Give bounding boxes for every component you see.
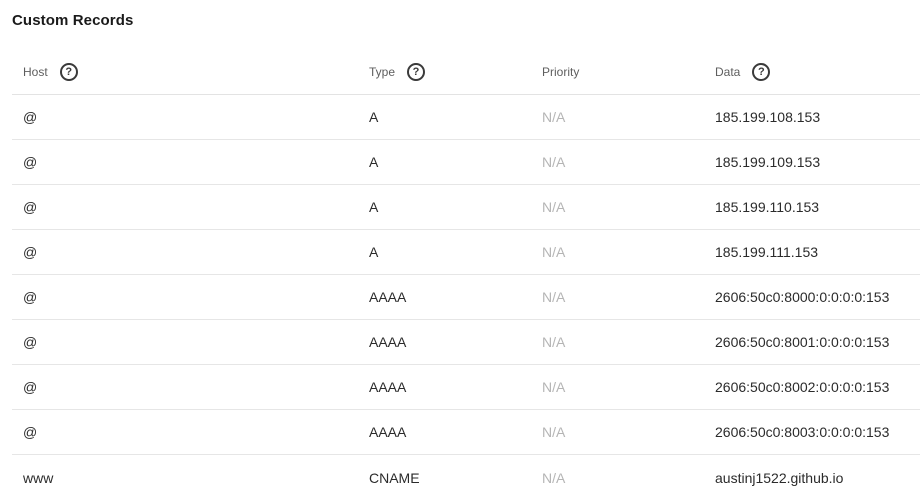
cell-host: @	[23, 334, 38, 350]
header-priority-label: Priority	[542, 65, 580, 79]
table-row[interactable]: www CNAME N/A austinj1522.github.io	[12, 455, 920, 499]
cell-priority: N/A	[542, 244, 566, 260]
cell-data: 185.199.111.153	[715, 244, 819, 260]
host-help-icon[interactable]: ?	[59, 63, 78, 81]
cell-priority: N/A	[542, 109, 566, 125]
table-row[interactable]: @ A N/A 185.199.109.153	[12, 140, 920, 185]
header-type-label: Type	[369, 65, 396, 79]
cell-priority: N/A	[542, 289, 566, 305]
header-data: Data ?	[704, 63, 920, 81]
cell-data: 185.199.109.153	[715, 154, 821, 170]
cell-type: AAAA	[369, 379, 407, 395]
table-row[interactable]: @ A N/A 185.199.110.153	[12, 185, 920, 230]
table-row[interactable]: @ AAAA N/A 2606:50c0:8001:0:0:0:0:153	[12, 320, 920, 365]
cell-data: 185.199.110.153	[715, 199, 820, 215]
cell-data: 2606:50c0:8002:0:0:0:0:153	[715, 379, 890, 395]
header-type: Type ?	[358, 63, 531, 81]
type-help-icon[interactable]: ?	[407, 63, 426, 81]
table-body: @ A N/A 185.199.108.153 @ A N/A 185.199.109.153…	[12, 95, 920, 499]
cell-priority: N/A	[542, 424, 566, 440]
cell-priority: N/A	[542, 199, 566, 215]
cell-type: AAAA	[369, 424, 407, 440]
header-data-label: Data	[715, 65, 741, 79]
header-host: Host ?	[12, 63, 358, 81]
cell-priority: N/A	[542, 154, 566, 170]
cell-host: @	[23, 289, 38, 305]
cell-type: AAAA	[369, 289, 407, 305]
table-header: Host ? Type ? Priority Data ?	[12, 50, 920, 95]
cell-data: austinj1522.github.io	[715, 469, 844, 486]
table-row[interactable]: @ AAAA N/A 2606:50c0:8000:0:0:0:0:153	[12, 275, 920, 320]
cell-type: A	[369, 154, 379, 170]
section-title: Custom Records	[12, 12, 134, 29]
header-host-label: Host	[23, 65, 48, 79]
cell-host: @	[23, 379, 38, 395]
cell-type: A	[369, 109, 379, 125]
cell-host: @	[23, 109, 38, 125]
cell-priority: N/A	[542, 379, 566, 395]
cell-host: @	[23, 424, 38, 440]
cell-host: @	[23, 199, 38, 215]
cell-data: 2606:50c0:8001:0:0:0:0:153	[715, 334, 890, 350]
cell-host: www	[23, 469, 54, 486]
cell-type: CNAME	[369, 469, 420, 486]
cell-data: 185.199.108.153	[715, 109, 821, 125]
header-priority: Priority	[531, 65, 704, 79]
cell-host: @	[23, 244, 38, 260]
cell-data: 2606:50c0:8003:0:0:0:0:153	[715, 424, 890, 440]
cell-priority: N/A	[542, 469, 566, 486]
table-row[interactable]: @ AAAA N/A 2606:50c0:8002:0:0:0:0:153	[12, 365, 920, 410]
data-help-icon[interactable]: ?	[752, 63, 771, 81]
table-row[interactable]: @ AAAA N/A 2606:50c0:8003:0:0:0:0:153	[12, 410, 920, 455]
cell-type: AAAA	[369, 334, 407, 350]
cell-data: 2606:50c0:8000:0:0:0:0:153	[715, 289, 890, 305]
table-row[interactable]: @ A N/A 185.199.111.153	[12, 230, 920, 275]
table-row[interactable]: @ A N/A 185.199.108.153	[12, 95, 920, 140]
cell-type: A	[369, 244, 379, 260]
custom-records-page: Custom Records Host ? Type ? Priority Da…	[0, 0, 920, 499]
cell-type: A	[369, 199, 379, 215]
cell-priority: N/A	[542, 334, 566, 350]
records-table: Host ? Type ? Priority Data ? @ A N/A 185.1…	[12, 50, 920, 499]
cell-host: @	[23, 154, 38, 170]
